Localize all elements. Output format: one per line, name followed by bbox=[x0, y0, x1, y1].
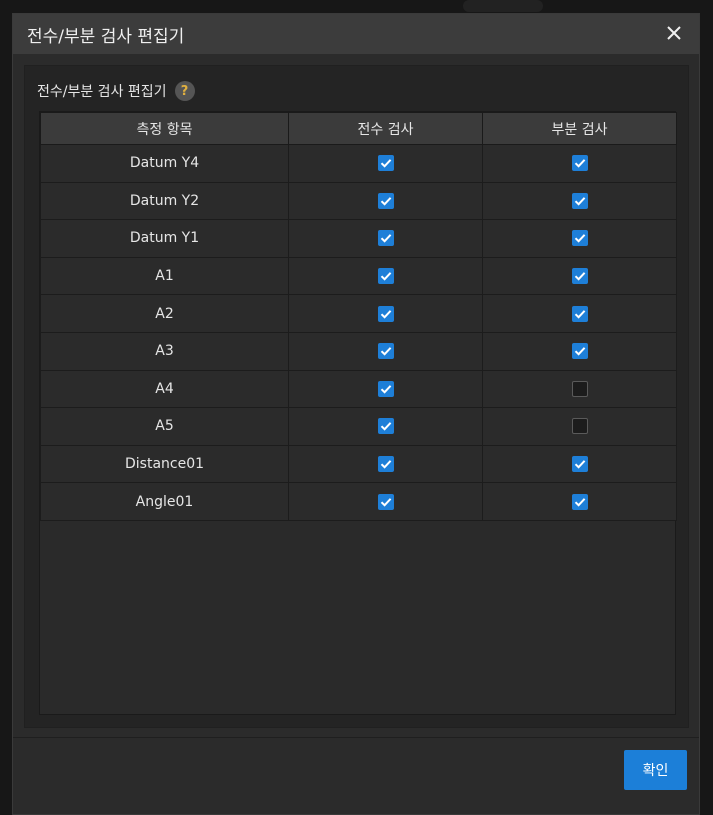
full-inspection-checkbox[interactable] bbox=[377, 380, 394, 397]
table-row: Datum Y4 bbox=[40, 144, 677, 183]
full-inspection-checkbox[interactable] bbox=[377, 230, 394, 247]
table-row: Datum Y2 bbox=[40, 181, 677, 221]
measurement-item-name: Angle01 bbox=[40, 482, 289, 521]
partial-inspection-checkbox[interactable] bbox=[571, 493, 588, 510]
full-inspection-checkbox-cell bbox=[288, 369, 483, 409]
table-row: A1 bbox=[40, 256, 677, 296]
partial-inspection-checkbox[interactable] bbox=[571, 268, 588, 285]
partial-inspection-checkbox[interactable] bbox=[571, 155, 588, 172]
full-inspection-checkbox-cell bbox=[288, 219, 483, 258]
full-inspection-checkbox-cell bbox=[288, 144, 483, 183]
partial-inspection-checkbox-cell bbox=[482, 444, 677, 484]
full-inspection-checkbox[interactable] bbox=[377, 343, 394, 360]
inspection-table: 측정 항목 전수 검사 부분 검사 Datum Y4 Datum Y2 Datum … bbox=[39, 111, 677, 715]
panel-title: 전수/부분 검사 편집기 bbox=[37, 84, 167, 100]
measurement-item-name: A5 bbox=[40, 407, 289, 446]
partial-inspection-checkbox[interactable] bbox=[571, 230, 588, 247]
full-inspection-checkbox-cell bbox=[288, 331, 483, 371]
measurement-item-name: A2 bbox=[40, 294, 289, 333]
full-inspection-checkbox[interactable] bbox=[377, 456, 394, 473]
full-inspection-checkbox[interactable] bbox=[377, 493, 394, 510]
partial-inspection-checkbox-cell bbox=[482, 407, 677, 446]
partial-inspection-checkbox-cell bbox=[482, 331, 677, 371]
column-header-full-inspection[interactable]: 전수 검사 bbox=[288, 112, 483, 145]
table-row: Angle01 bbox=[40, 482, 677, 521]
measurement-item-name: Datum Y2 bbox=[40, 181, 289, 221]
measurement-item-name: Datum Y1 bbox=[40, 219, 289, 258]
dialog-titlebar: 전수/부분 검사 편집기 bbox=[13, 14, 699, 54]
full-inspection-checkbox-cell bbox=[288, 482, 483, 521]
measurement-item-name: A3 bbox=[40, 331, 289, 371]
confirm-button[interactable]: 확인 bbox=[624, 750, 687, 790]
partial-inspection-checkbox-cell bbox=[482, 294, 677, 333]
full-inspection-checkbox[interactable] bbox=[377, 268, 394, 285]
background-shape bbox=[463, 0, 543, 12]
measurement-item-name: A1 bbox=[40, 256, 289, 296]
inspection-editor-dialog: 전수/부분 검사 편집기 전수/부분 검사 편집기 ? 측정 항목 전수 검사 … bbox=[12, 13, 700, 815]
partial-inspection-checkbox[interactable] bbox=[571, 192, 588, 209]
dialog-footer: 확인 bbox=[13, 737, 699, 814]
partial-inspection-checkbox[interactable] bbox=[571, 343, 588, 360]
table-header-row: 측정 항목 전수 검사 부분 검사 bbox=[40, 112, 677, 145]
table-row: Distance01 bbox=[40, 444, 677, 484]
partial-inspection-checkbox-cell bbox=[482, 369, 677, 409]
partial-inspection-checkbox-cell bbox=[482, 181, 677, 221]
measurement-item-name: Distance01 bbox=[40, 444, 289, 484]
table-row: Datum Y1 bbox=[40, 219, 677, 258]
partial-inspection-checkbox-cell bbox=[482, 144, 677, 183]
partial-inspection-checkbox[interactable] bbox=[571, 305, 588, 322]
full-inspection-checkbox-cell bbox=[288, 407, 483, 446]
full-inspection-checkbox[interactable] bbox=[377, 192, 394, 209]
full-inspection-checkbox-cell bbox=[288, 181, 483, 221]
partial-inspection-checkbox[interactable] bbox=[571, 380, 588, 397]
close-icon bbox=[667, 25, 681, 44]
full-inspection-checkbox-cell bbox=[288, 294, 483, 333]
table-row: A3 bbox=[40, 331, 677, 371]
partial-inspection-checkbox-cell bbox=[482, 256, 677, 296]
full-inspection-checkbox[interactable] bbox=[377, 155, 394, 172]
full-inspection-checkbox[interactable] bbox=[377, 305, 394, 322]
column-header-item[interactable]: 측정 항목 bbox=[40, 112, 289, 145]
measurement-item-name: A4 bbox=[40, 369, 289, 409]
full-inspection-checkbox-cell bbox=[288, 256, 483, 296]
table-row: A2 bbox=[40, 294, 677, 333]
table-row: A4 bbox=[40, 369, 677, 409]
measurement-item-name: Datum Y4 bbox=[40, 144, 289, 183]
partial-inspection-checkbox-cell bbox=[482, 482, 677, 521]
editor-panel: 전수/부분 검사 편집기 ? 측정 항목 전수 검사 부분 검사 Datum Y… bbox=[24, 65, 689, 728]
close-button[interactable] bbox=[659, 19, 689, 49]
full-inspection-checkbox-cell bbox=[288, 444, 483, 484]
table-row: A5 bbox=[40, 407, 677, 446]
partial-inspection-checkbox[interactable] bbox=[571, 418, 588, 435]
partial-inspection-checkbox[interactable] bbox=[571, 456, 588, 473]
dialog-title: 전수/부분 검사 편집기 bbox=[27, 26, 185, 47]
panel-header: 전수/부분 검사 편집기 ? bbox=[37, 79, 195, 103]
partial-inspection-checkbox-cell bbox=[482, 219, 677, 258]
column-header-partial-inspection[interactable]: 부분 검사 bbox=[482, 112, 677, 145]
help-icon[interactable]: ? bbox=[174, 81, 195, 101]
full-inspection-checkbox[interactable] bbox=[377, 418, 394, 435]
